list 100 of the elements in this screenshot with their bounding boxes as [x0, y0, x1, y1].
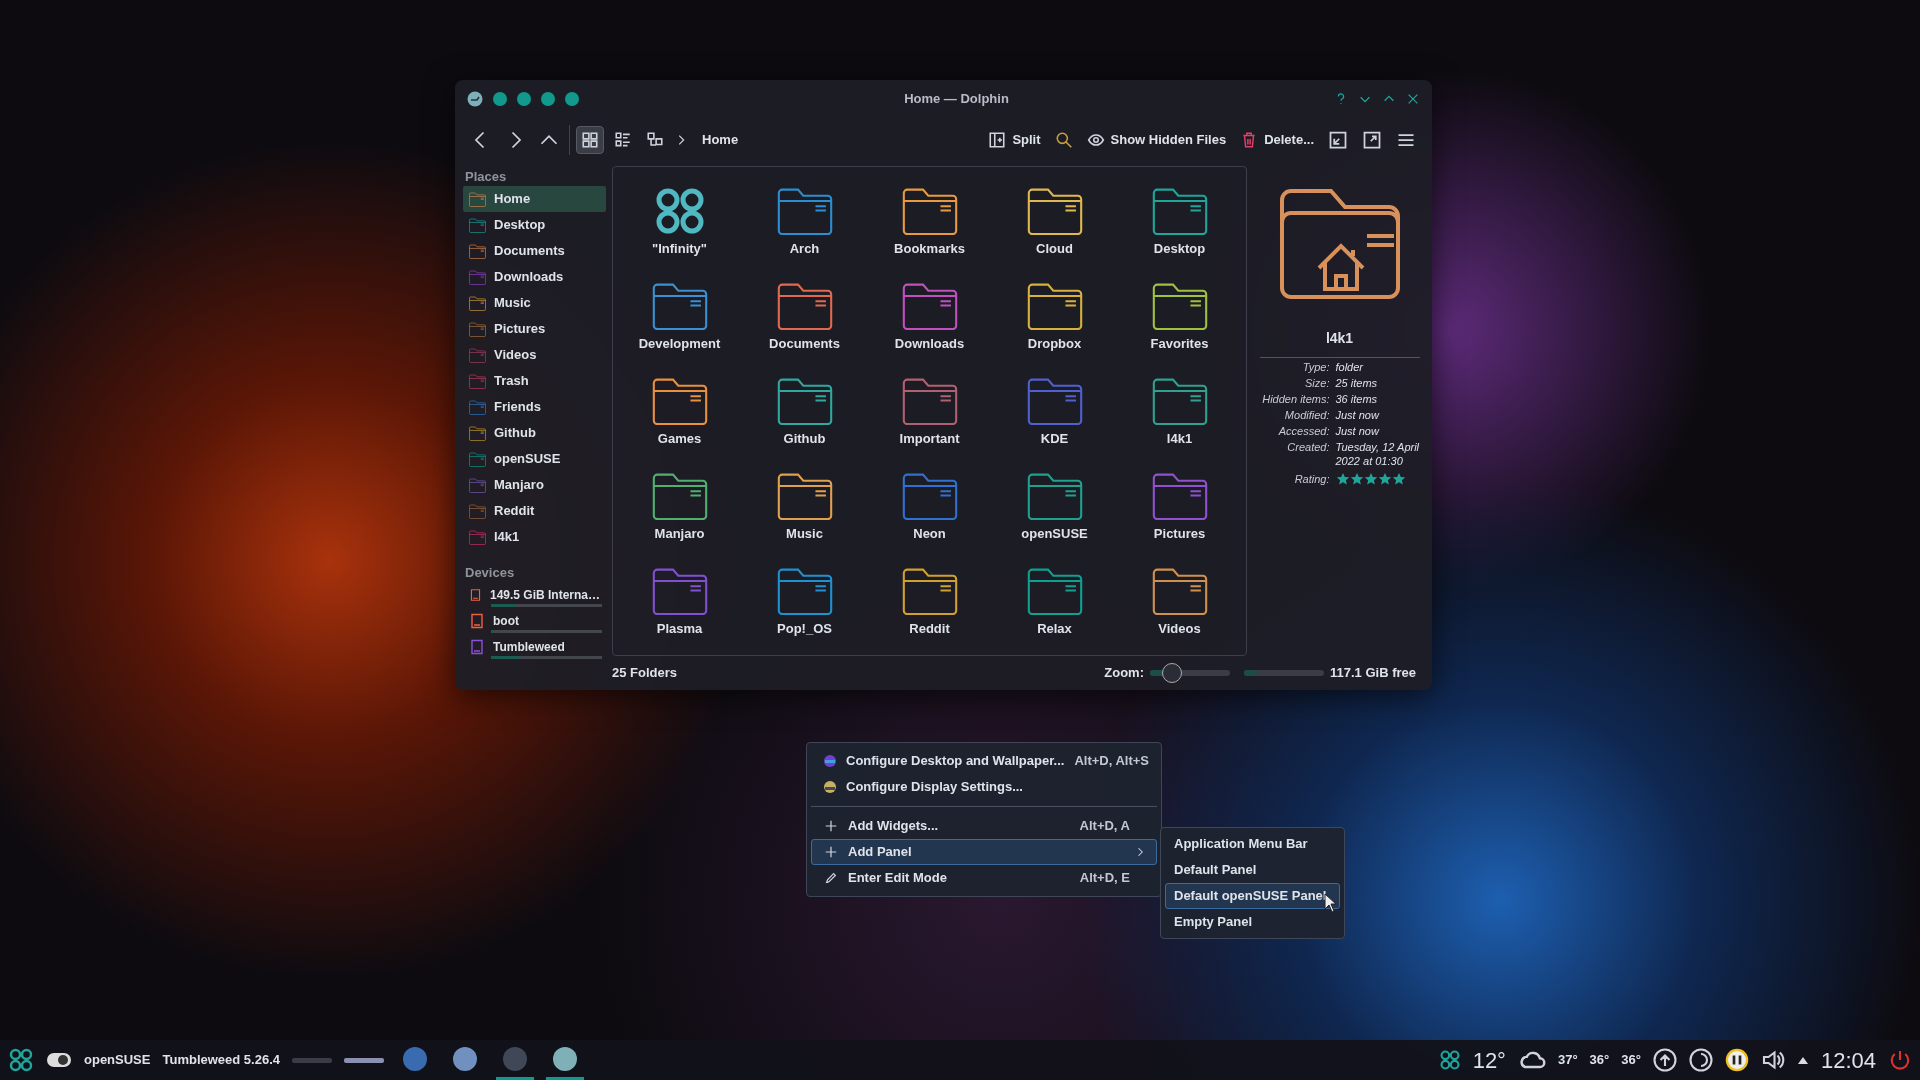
- folder-name[interactable]: Desktop: [1153, 239, 1206, 259]
- folder-icon: [469, 243, 486, 259]
- menu-item[interactable]: Default openSUSE Panel: [1165, 883, 1340, 909]
- show-hidden-files-button[interactable]: Show Hidden Files: [1082, 126, 1231, 154]
- folder-name[interactable]: Dropbox: [1027, 334, 1082, 354]
- sidebar-item[interactable]: Manjaro: [463, 472, 606, 498]
- folder-icon: [1026, 187, 1083, 235]
- menu-item[interactable]: Application Menu Bar: [1165, 831, 1340, 857]
- folder-name[interactable]: Cloud: [1036, 239, 1073, 259]
- slider-thumb[interactable]: [1162, 663, 1182, 683]
- menu-item[interactable]: Add Panel: [811, 839, 1157, 865]
- folder-icon: [469, 347, 486, 363]
- window-dot[interactable]: [493, 92, 507, 106]
- sidebar-item[interactable]: Downloads: [463, 264, 606, 290]
- folder-name[interactable]: Important: [899, 429, 960, 449]
- breadcrumb-button[interactable]: Home: [698, 126, 743, 154]
- device-item[interactable]: boot: [463, 608, 606, 634]
- weather-text: 12°: [1472, 1046, 1506, 1075]
- folder-name[interactable]: Neon: [913, 524, 946, 544]
- window-dot[interactable]: [565, 92, 579, 106]
- property-label: Hidden items:: [1261, 392, 1330, 406]
- power-icon: [1888, 1048, 1912, 1072]
- rings-icon[interactable]: [1438, 1049, 1461, 1071]
- folder-icon: [776, 282, 833, 330]
- folder-name[interactable]: Development: [638, 334, 721, 354]
- sidebar-item[interactable]: Home: [463, 186, 606, 212]
- folder-name[interactable]: Videos: [1158, 619, 1201, 639]
- folder-name[interactable]: Plasma: [656, 619, 703, 639]
- sidebar-item[interactable]: Github: [463, 420, 606, 446]
- window-dot[interactable]: [517, 92, 531, 106]
- folder-name[interactable]: Bookmarks: [894, 239, 965, 259]
- drive-icon: [469, 639, 485, 655]
- folder-icon: [469, 529, 486, 545]
- folder-name[interactable]: Arch: [789, 239, 820, 259]
- sidebar-item[interactable]: l4k1: [463, 524, 606, 550]
- expand-icon[interactable]: [1796, 1055, 1809, 1065]
- menu-item[interactable]: Add Widgets... Alt+D, A: [811, 813, 1157, 839]
- window-dot[interactable]: [541, 92, 555, 106]
- folder-name[interactable]: Reddit: [909, 619, 950, 639]
- property-label: Type:: [1301, 360, 1330, 374]
- folder-icon: [651, 377, 708, 425]
- folder-name[interactable]: Relax: [1037, 619, 1072, 639]
- menu-label: Configure Display Settings...: [846, 778, 1023, 797]
- property-label: Rating:: [1293, 472, 1330, 486]
- sidebar-item[interactable]: Friends: [463, 394, 606, 420]
- sidebar-item[interactable]: Music: [463, 290, 606, 316]
- property-label: Created:: [1286, 440, 1330, 455]
- expand-icon: [1362, 130, 1382, 150]
- folder-name[interactable]: "Infinity": [652, 239, 707, 259]
- pause-icon[interactable]: [1724, 1048, 1749, 1072]
- section-heading: Places: [464, 167, 508, 186]
- device-item[interactable]: Tumbleweed: [463, 634, 606, 660]
- split-button[interactable]: Split: [984, 126, 1045, 154]
- distro-text: openSUSE: [84, 1051, 151, 1070]
- menu-item[interactable]: Configure Display Settings...: [811, 774, 1157, 800]
- star-icon: [1335, 472, 1350, 486]
- folder-name[interactable]: Games: [657, 429, 702, 449]
- plus-icon: [824, 819, 838, 833]
- menu-item[interactable]: Configure Desktop and Wallpaper... Alt+D, Alt+S: [811, 748, 1157, 774]
- folder-name[interactable]: Favorites: [1150, 334, 1209, 354]
- temperature-text: 36°: [1621, 1051, 1641, 1070]
- clock-text[interactable]: 12:04: [1820, 1043, 1876, 1077]
- folder-icon: [901, 377, 958, 425]
- folder-name[interactable]: Manjaro: [654, 524, 705, 544]
- folder-name[interactable]: openSUSE: [1021, 524, 1088, 544]
- property-value: folder: [1335, 360, 1364, 374]
- sidebar-item[interactable]: Documents: [463, 238, 606, 264]
- sidebar-item[interactable]: openSUSE: [463, 446, 606, 472]
- zoom-slider[interactable]: [1150, 662, 1230, 684]
- folder-name[interactable]: Pictures: [1153, 524, 1206, 544]
- folder-name[interactable]: Music: [786, 524, 823, 544]
- sidebar-item[interactable]: Trash: [463, 368, 606, 394]
- sidebar-item[interactable]: Pictures: [463, 316, 606, 342]
- star-icon: [1377, 472, 1392, 486]
- menu-item[interactable]: Enter Edit Mode Alt+D, E: [811, 865, 1157, 891]
- delete-button[interactable]: Delete...: [1236, 126, 1318, 154]
- desktop-pager[interactable]: [344, 1057, 384, 1063]
- device-item[interactable]: 149.5 GiB Interna…: [463, 582, 606, 608]
- folder-icon: [776, 472, 833, 520]
- menu-item[interactable]: Empty Panel: [1165, 909, 1340, 935]
- folder-name[interactable]: Pop!_OS: [777, 619, 832, 639]
- folder-icon: [901, 187, 958, 235]
- folder-icon: [901, 282, 958, 330]
- folder-name[interactable]: Downloads: [894, 334, 965, 354]
- close-icon: [1406, 92, 1420, 106]
- sidebar-item[interactable]: Desktop: [463, 212, 606, 238]
- sidebar-item[interactable]: Videos: [463, 342, 606, 368]
- folder-name[interactable]: KDE: [1040, 429, 1069, 449]
- folder-name[interactable]: l4k1: [1166, 429, 1193, 449]
- palette-icon: [824, 755, 836, 767]
- folder-icon: [776, 567, 833, 615]
- folder-icon: [469, 191, 486, 207]
- folder-icon: [776, 377, 833, 425]
- view-mode-button[interactable]: [576, 126, 604, 154]
- folder-home-icon: [1278, 188, 1401, 300]
- sidebar-item[interactable]: Reddit: [463, 498, 606, 524]
- launcher-icon[interactable]: [8, 1047, 34, 1073]
- folder-name[interactable]: Github: [783, 429, 826, 449]
- menu-item[interactable]: Default Panel: [1165, 857, 1340, 883]
- folder-name[interactable]: Documents: [769, 334, 840, 354]
